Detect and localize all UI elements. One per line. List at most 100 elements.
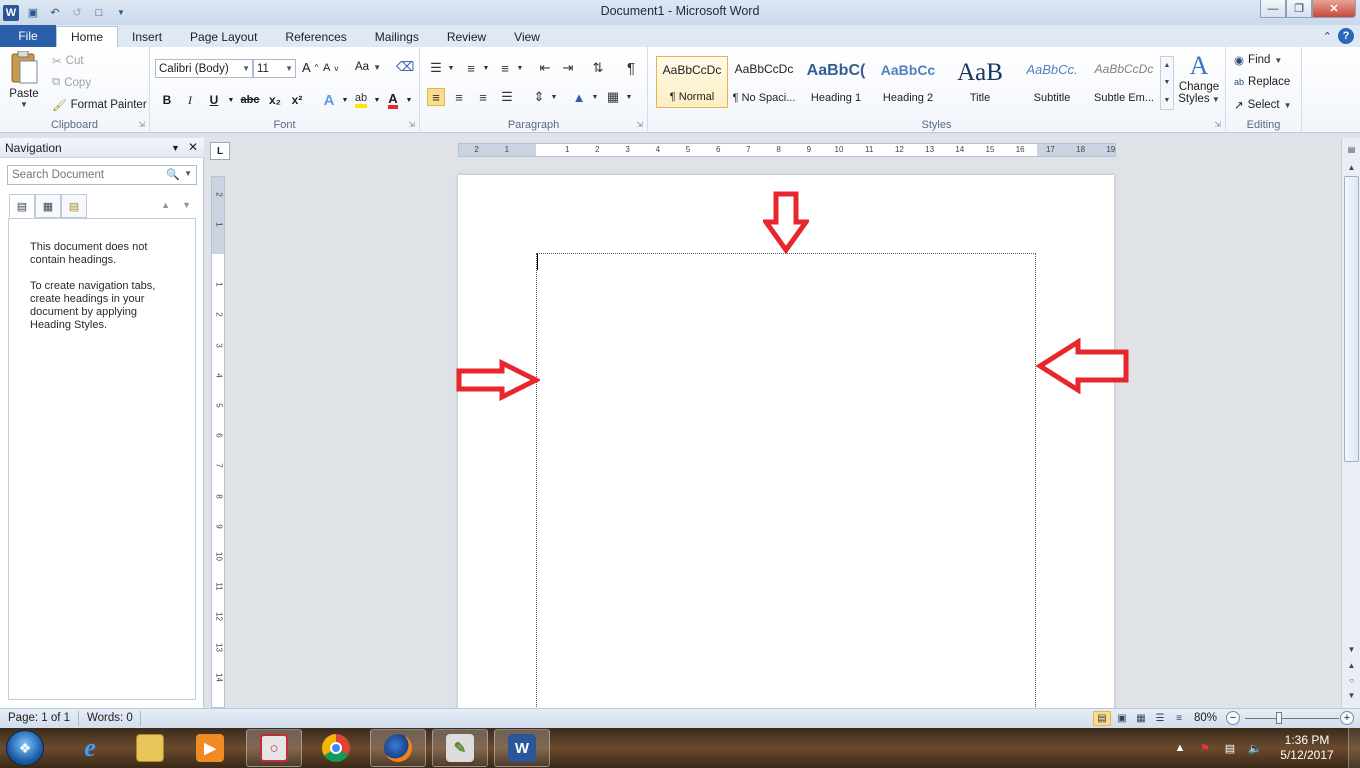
action-center-icon[interactable]: ⚑ [1197, 740, 1213, 756]
search-icon[interactable]: 🔍 [166, 168, 180, 181]
font-color-dropdown-icon[interactable]: ▼ [400, 91, 418, 109]
system-clock[interactable]: 1:36 PM 5/12/2017 [1276, 733, 1338, 763]
browse-headings-tab[interactable]: ▤ [9, 194, 35, 218]
cut-button[interactable]: ✂ Cut [52, 54, 84, 68]
zoom-out-button[interactable]: − [1226, 711, 1240, 725]
align-right-icon[interactable]: ≡ [474, 88, 492, 106]
change-case-button[interactable]: Aa ▼ [355, 61, 381, 73]
zoom-slider-thumb[interactable] [1276, 712, 1282, 724]
scroll-up-icon[interactable]: ▲ [1344, 160, 1359, 175]
zoom-level[interactable]: 80% [1194, 712, 1217, 724]
volume-icon[interactable]: 🔈 [1247, 740, 1263, 756]
search-document-field[interactable]: 🔍 ▼ [7, 165, 197, 185]
web-layout-icon[interactable]: ▦ [1132, 711, 1150, 726]
copy-button[interactable]: ⧉ Copy [52, 76, 91, 89]
align-left-icon[interactable]: ≡ [427, 88, 445, 106]
dialog-launcher-icon[interactable]: ⇲ [138, 120, 145, 129]
vertical-scrollbar[interactable]: ▤ ▲ ▼ ▲ ○ ▼ [1341, 138, 1360, 708]
view-ruler-icon[interactable]: ▤ [1344, 142, 1359, 157]
next-heading-icon[interactable]: ▼ [182, 200, 191, 210]
maximize-icon[interactable]: ❐ [1286, 0, 1312, 18]
save-icon[interactable]: ▣ [25, 5, 41, 21]
tab-home[interactable]: Home [56, 26, 119, 47]
tab-view[interactable]: View [500, 26, 554, 47]
format-painter-button[interactable]: 🖌 Format Painter [52, 98, 147, 112]
paint-button[interactable]: ✎ [432, 729, 488, 767]
grow-font-button[interactable]: A ^ [302, 60, 318, 75]
tab-page-layout[interactable]: Page Layout [176, 26, 271, 47]
start-button[interactable]: ❖ [6, 730, 44, 766]
customize-qat-icon[interactable]: ▼ [113, 5, 129, 21]
decrease-indent-icon[interactable]: ⇤ [536, 59, 554, 77]
browse-pages-tab[interactable]: ▦ [35, 194, 61, 218]
tab-review[interactable]: Review [433, 26, 500, 47]
italic-button[interactable]: I [181, 91, 199, 109]
shading-dropdown-icon[interactable]: ▼ [586, 88, 604, 106]
word-count[interactable]: Words: 0 [87, 712, 133, 724]
bullets-dropdown-icon[interactable]: ▼ [442, 59, 460, 77]
pane-options-icon[interactable]: ▼ [171, 140, 180, 156]
firefox-button[interactable] [370, 729, 426, 767]
replace-button[interactable]: ab Replace [1234, 76, 1290, 88]
tab-insert[interactable]: Insert [118, 26, 176, 47]
draft-icon[interactable]: ≡ [1170, 711, 1188, 726]
document-page[interactable] [456, 175, 1129, 708]
tab-mailings[interactable]: Mailings [361, 26, 433, 47]
network-icon[interactable]: ▤ [1222, 740, 1238, 756]
select-browse-object-icon[interactable]: ○ [1344, 673, 1359, 688]
borders-dropdown-icon[interactable]: ▼ [620, 88, 638, 106]
sort-icon[interactable]: ⇅ [589, 59, 607, 77]
change-styles-button[interactable]: A Change Styles ▼ [1176, 51, 1222, 115]
line-spacing-dropdown-icon[interactable]: ▼ [545, 88, 563, 106]
browse-results-tab[interactable]: ▤ [61, 194, 87, 218]
superscript-button[interactable]: x² [288, 91, 306, 109]
internet-explorer-button[interactable]: e [62, 729, 118, 767]
increase-indent-icon[interactable]: ⇥ [559, 59, 577, 77]
style-no-spacing[interactable]: AaBbCcDc ¶ No Spaci... [728, 56, 800, 108]
undo-icon[interactable]: ↶ [47, 5, 63, 21]
multilevel-dropdown-icon[interactable]: ▼ [511, 59, 529, 77]
tab-selector[interactable]: L [210, 142, 230, 160]
close-icon[interactable]: ✕ [1312, 0, 1356, 18]
previous-page-icon[interactable]: ▲ [1344, 658, 1359, 673]
zoom-slider-track[interactable] [1245, 718, 1339, 719]
tab-references[interactable]: References [271, 26, 360, 47]
style-heading-1[interactable]: AaBbC( Heading 1 [800, 56, 872, 108]
chrome-button[interactable] [308, 729, 364, 767]
style-title[interactable]: AaB Title [944, 56, 1016, 108]
style-normal[interactable]: AaBbCcDc ¶ Normal [656, 56, 728, 108]
print-layout-icon[interactable]: ▤ [1093, 711, 1111, 726]
style-subtitle[interactable]: AaBbCc. Subtitle [1016, 56, 1088, 108]
search-document-input[interactable] [12, 169, 162, 181]
dialog-launcher-icon[interactable]: ⇲ [1214, 120, 1221, 129]
font-size-combo[interactable]: 11 ▼ [253, 59, 296, 78]
horizontal-ruler[interactable]: 2 1 1 2 3 4 5 6 7 8 9 10 11 12 13 14 15 16 17 18 19 [458, 143, 1116, 157]
search-options-icon[interactable]: ▼ [184, 169, 192, 178]
next-page-icon[interactable]: ▼ [1344, 688, 1359, 703]
vertical-ruler[interactable]: 2 1 1 2 3 4 5 6 7 8 9 10 11 12 13 14 [211, 176, 225, 708]
new-document-icon[interactable]: □ [91, 5, 107, 21]
previous-heading-icon[interactable]: ▲ [161, 200, 170, 210]
show-desktop-button[interactable] [1348, 728, 1360, 768]
strikethrough-button[interactable]: abc [239, 91, 261, 109]
dialog-launcher-icon[interactable]: ⇲ [636, 120, 643, 129]
scroll-up-icon[interactable]: ▲ [1164, 62, 1171, 69]
minimize-ribbon-icon[interactable]: ⌃ [1323, 30, 1332, 43]
scroll-thumb[interactable] [1344, 176, 1359, 462]
numbering-dropdown-icon[interactable]: ▼ [477, 59, 495, 77]
subscript-button[interactable]: x₂ [266, 91, 284, 109]
underline-dropdown-icon[interactable]: ▼ [222, 91, 240, 109]
close-pane-icon[interactable]: ✕ [188, 140, 198, 156]
outline-icon[interactable]: ☰ [1151, 711, 1169, 726]
word-taskbar-button[interactable]: W [494, 729, 550, 767]
find-button[interactable]: ◉ Find ▼ [1234, 53, 1282, 67]
tab-file[interactable]: File [0, 25, 56, 47]
paste-dropdown-icon[interactable]: ▼ [20, 100, 28, 109]
media-player-button[interactable]: ▶ [182, 729, 238, 767]
more-icon[interactable]: ▼ [1164, 97, 1171, 104]
clear-formatting-icon[interactable]: ⌫ [396, 59, 414, 75]
align-center-icon[interactable]: ≡ [450, 88, 468, 106]
bold-button[interactable]: B [158, 91, 176, 109]
styles-gallery-scroll[interactable]: ▲ ▼ ▼ [1160, 56, 1174, 110]
zoom-in-button[interactable]: + [1340, 711, 1354, 725]
